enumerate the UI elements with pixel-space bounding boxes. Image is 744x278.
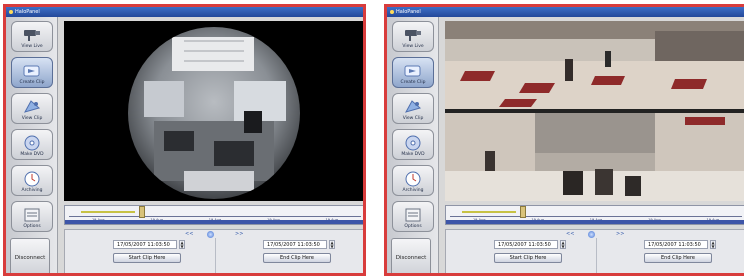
sidebar-item-label: Make DVD [401,152,425,157]
window-title: HaloPanel [396,9,421,15]
app-icon [390,9,394,14]
rewind-button[interactable]: << [566,231,574,237]
sidebar-item-label: Archiving [402,188,424,193]
recording-segment [462,211,516,213]
start-time-spinner[interactable]: ▲ ▼ [179,240,185,249]
fisheye-camera-image [64,21,363,201]
dvd-icon [12,132,52,152]
divider [596,238,597,273]
timeline-handle[interactable] [520,206,526,218]
panorama-camera-image [445,21,744,201]
start-clip-button[interactable]: Start Clip Here [113,253,181,263]
divider [215,238,216,273]
sidebar-item-archiving[interactable]: Archiving [11,165,53,196]
sidebar-item-view-live[interactable]: View Live [392,21,434,52]
create-clip-icon [393,60,433,80]
clip-controls: Disconnect << >> 17/05/2007 11:03:50 ▲ ▼ … [10,229,363,273]
sidebar-item-create-clip[interactable]: Create Clip [392,57,434,88]
end-time-spinner[interactable]: ▲ ▼ [329,240,335,249]
sidebar-item-label: View Clip [402,116,424,121]
title-bar: HaloPanel [387,7,744,17]
sidebar-item-label: View Live [402,44,424,49]
timeline-range-bar [446,220,744,224]
camera-icon [393,24,433,44]
end-clip-button[interactable]: End Clip Here [644,253,712,263]
start-time-field[interactable]: 17/05/2007 11:03:50 [113,240,177,249]
video-viewer-panorama[interactable] [445,21,744,201]
sidebar-item-view-clip[interactable]: View Clip [11,93,53,124]
sidebar-item-label: Archiving [21,188,43,193]
timeline-handle[interactable] [139,206,145,218]
start-time-field[interactable]: 17/05/2007 11:03:50 [494,240,558,249]
playhead-knob[interactable] [588,231,595,238]
options-icon [393,204,433,224]
sidebar-item-label: Options [23,224,41,229]
timeline[interactable]: 19-Aug 19-Aug 19-Aug 19-Aug 19-Aug [64,205,363,225]
sidebar-item-make-dvd[interactable]: Make DVD [11,129,53,160]
archive-clock-icon [393,168,433,188]
start-time-spinner[interactable]: ▲ ▼ [560,240,566,249]
camera-icon [12,24,52,44]
end-time-field[interactable]: 17/05/2007 11:03:50 [644,240,708,249]
end-time-field[interactable]: 17/05/2007 11:03:50 [263,240,327,249]
sidebar-item-view-clip[interactable]: View Clip [392,93,434,124]
sidebar-item-label: View Clip [21,116,43,121]
forward-button[interactable]: >> [616,231,624,237]
view-clip-icon [393,96,433,116]
clip-controls: Disconnect << >> 17/05/2007 11:03:50 ▲ ▼ … [391,229,744,273]
end-clip-button[interactable]: End Clip Here [263,253,331,263]
app-window-left: HaloPanel View Live Create Clip View Cli… [3,4,366,276]
timeline-range-bar [65,220,363,224]
playhead-knob[interactable] [207,231,214,238]
sidebar-item-archiving[interactable]: Archiving [392,165,434,196]
sidebar-item-label: Create Clip [19,80,45,85]
sidebar-item-options[interactable]: Options [11,201,53,232]
video-viewer-fisheye[interactable] [64,21,363,201]
create-clip-icon [12,60,52,80]
rewind-button[interactable]: << [185,231,193,237]
app-window-right: HaloPanel View Live Create Clip View Cli… [384,4,744,276]
timeline[interactable]: 19-Aug 19-Aug 19-Aug 19-Aug 19-Aug [445,205,744,225]
forward-button[interactable]: >> [235,231,243,237]
view-clip-icon [12,96,52,116]
sidebar-item-view-live[interactable]: View Live [11,21,53,52]
sidebar-item-options[interactable]: Options [392,201,434,232]
recording-segment [81,211,135,213]
sidebar-item-label: Options [404,224,422,229]
app-icon [9,9,13,14]
sidebar-item-create-clip[interactable]: Create Clip [11,57,53,88]
playback-nav: << >> [165,230,265,238]
end-time-spinner[interactable]: ▲ ▼ [710,240,716,249]
playback-nav: << >> [546,230,646,238]
sidebar-item-make-dvd[interactable]: Make DVD [392,129,434,160]
sidebar-item-label: Make DVD [20,152,44,157]
sidebar-item-label: Create Clip [400,80,426,85]
title-bar: HaloPanel [6,7,363,17]
archive-clock-icon [12,168,52,188]
stage: HaloPanel View Live Create Clip View Cli… [0,0,744,278]
options-icon [12,204,52,224]
sidebar-item-label: View Live [21,44,43,49]
disconnect-button[interactable]: Disconnect [391,238,431,273]
dvd-icon [393,132,433,152]
disconnect-button[interactable]: Disconnect [10,238,50,273]
start-clip-button[interactable]: Start Clip Here [494,253,562,263]
window-title: HaloPanel [15,9,40,15]
